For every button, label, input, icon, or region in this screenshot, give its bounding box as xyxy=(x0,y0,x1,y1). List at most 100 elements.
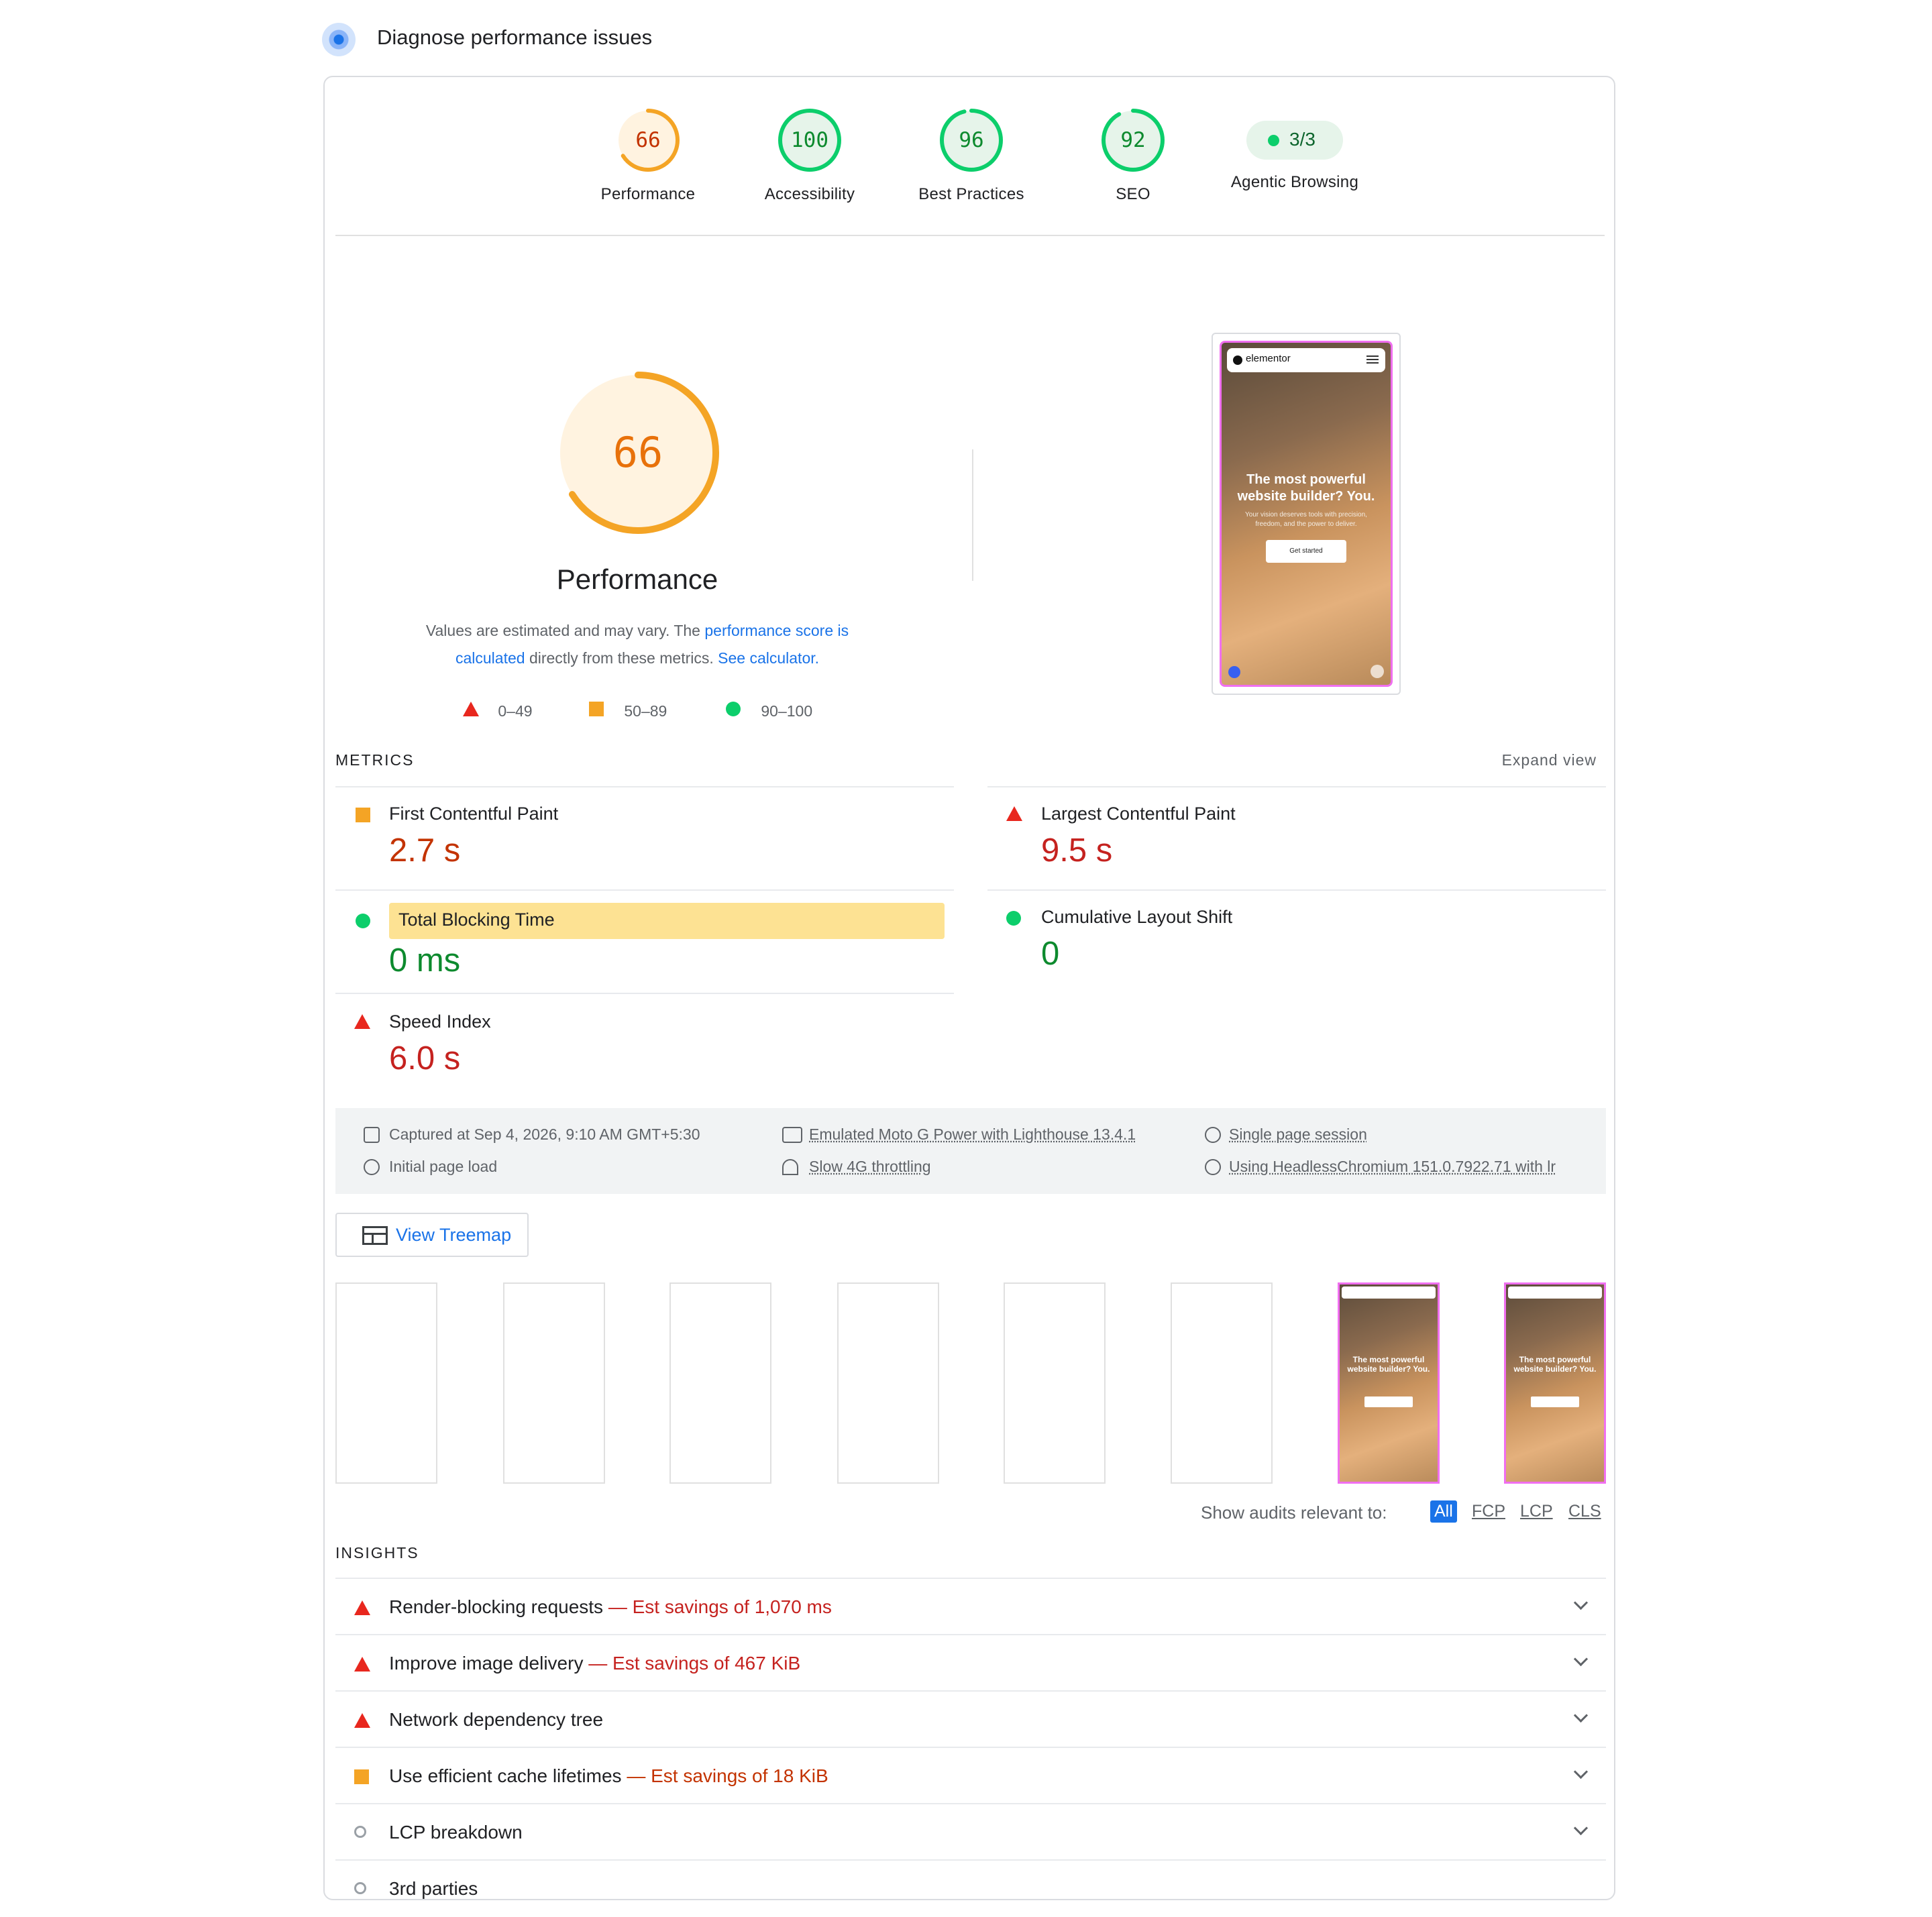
divider xyxy=(335,235,1605,236)
throttling-info[interactable]: Slow 4G throttling xyxy=(809,1158,931,1176)
session-info[interactable]: Single page session xyxy=(1229,1126,1367,1144)
view-treemap-button[interactable]: View Treemap xyxy=(335,1213,529,1257)
expand-view-toggle[interactable]: Expand view xyxy=(1476,751,1597,769)
final-screenshot[interactable]: elementor The most powerful website buil… xyxy=(1212,333,1401,695)
hero-subtext: Your vision deserves tools with precisio… xyxy=(1245,511,1367,528)
insight-title: Render-blocking requests xyxy=(389,1596,604,1617)
filmstrip-frame xyxy=(1171,1282,1273,1484)
device-info[interactable]: Emulated Moto G Power with Lighthouse 13… xyxy=(809,1126,1136,1144)
chevron-down-icon xyxy=(1573,1651,1589,1667)
treemap-label: View Treemap xyxy=(396,1225,512,1245)
gauge-score: 92 xyxy=(1120,128,1146,152)
run-info-panel xyxy=(335,1108,1606,1194)
frame-cta xyxy=(1531,1396,1579,1407)
section-title: Diagnose performance issues xyxy=(377,25,653,49)
insight-title: Use efficient cache lifetimes xyxy=(389,1765,622,1786)
gauge-seo[interactable]: 92 SEO xyxy=(1053,107,1214,204)
captured-at: Captured at Sep 4, 2026, 9:10 AM GMT+5:3… xyxy=(389,1126,700,1143)
pause-icon xyxy=(1371,665,1384,678)
insight-row[interactable]: Network dependency tree xyxy=(335,1690,1606,1748)
legend-label: 0–49 xyxy=(498,702,533,720)
gauge-label: SEO xyxy=(1116,185,1150,203)
metrics-heading: METRICS xyxy=(335,751,415,769)
filter-all[interactable]: All xyxy=(1430,1500,1457,1523)
gauge-label: Best Practices xyxy=(918,185,1024,203)
frame-cta xyxy=(1364,1396,1413,1407)
average-square-icon xyxy=(589,702,604,716)
frame-headline: The most powerful website builder? You. xyxy=(1513,1355,1597,1374)
insight-title: 3rd parties xyxy=(389,1878,478,1899)
insight-row[interactable]: Render-blocking requests — Est savings o… xyxy=(335,1578,1606,1635)
accessibility-icon xyxy=(1228,666,1240,678)
audit-filter-label: Show audits relevant to: xyxy=(1201,1502,1387,1523)
insight-title: LCP breakdown xyxy=(389,1822,523,1843)
gauge-score: 96 xyxy=(959,128,984,152)
filmstrip-frame xyxy=(503,1282,605,1484)
chevron-down-icon xyxy=(1573,1708,1589,1723)
gauge-accessibility[interactable]: 100 Accessibility xyxy=(729,107,890,204)
metric-label-fcp: First Contentful Paint xyxy=(389,804,559,824)
menu-icon xyxy=(1366,355,1379,364)
fail-triangle-icon xyxy=(354,1014,370,1029)
filmstrip-frame xyxy=(1004,1282,1106,1484)
insight-row[interactable]: Use efficient cache lifetimes — Est savi… xyxy=(335,1747,1606,1804)
frame-nav xyxy=(1508,1286,1602,1299)
metric-label-cls: Cumulative Layout Shift xyxy=(1041,907,1233,927)
agentic-badge: 3/3 xyxy=(1246,121,1343,160)
session-icon xyxy=(1205,1127,1221,1143)
fail-triangle-icon xyxy=(354,1657,370,1672)
see-calculator-link[interactable]: See calculator. xyxy=(718,649,819,667)
filmstrip-frame: The most powerful website builder? You. xyxy=(1338,1282,1440,1484)
hero-cta: Get started xyxy=(1266,540,1346,563)
hero-headline: The most powerful website builder? You. xyxy=(1237,472,1375,504)
gauge-performance[interactable]: 66 Performance xyxy=(568,107,729,204)
insight-row[interactable]: LCP breakdown xyxy=(335,1803,1606,1861)
fail-triangle-icon xyxy=(463,702,479,716)
elementor-logo-icon xyxy=(1233,355,1242,365)
agentic-score: 3/3 xyxy=(1289,129,1316,150)
divider xyxy=(335,993,954,994)
pass-circle-icon xyxy=(726,702,741,716)
insight-row[interactable]: Improve image delivery — Est savings of … xyxy=(335,1634,1606,1692)
metric-value-si: 6.0 s xyxy=(389,1040,461,1077)
gauge-label: Agentic Browsing xyxy=(1230,173,1359,191)
insight-row[interactable]: 3rd parties xyxy=(335,1859,1606,1917)
gauge-score: 66 xyxy=(635,128,661,152)
gauge-agentic-browsing[interactable]: 3/3 Agentic Browsing xyxy=(1214,107,1375,192)
fail-triangle-icon xyxy=(354,1713,370,1728)
pass-circle-icon xyxy=(356,914,370,928)
average-square-icon xyxy=(356,808,370,822)
divider xyxy=(972,449,973,581)
filter-lcp[interactable]: LCP xyxy=(1516,1500,1557,1523)
pass-dot-icon xyxy=(1268,135,1279,146)
filmstrip-frame xyxy=(669,1282,771,1484)
legend-pass: 90–100 xyxy=(726,700,812,722)
filter-fcp[interactable]: FCP xyxy=(1468,1500,1509,1523)
insights-heading: INSIGHTS xyxy=(335,1544,419,1562)
performance-title: Performance xyxy=(556,563,718,595)
insight-title: Improve image delivery xyxy=(389,1653,584,1674)
page-screenshot: elementor The most powerful website buil… xyxy=(1220,341,1393,687)
timer-icon xyxy=(364,1159,380,1175)
insight-savings: — Est savings of 18 KiB xyxy=(627,1765,828,1786)
fail-triangle-icon xyxy=(1006,806,1022,821)
frame-headline: The most powerful website builder? You. xyxy=(1347,1355,1430,1374)
metric-value-fcp: 2.7 s xyxy=(389,832,461,869)
wifi-icon xyxy=(782,1159,798,1175)
insight-title: Network dependency tree xyxy=(389,1709,604,1730)
gauge-label: Accessibility xyxy=(764,185,855,203)
metric-value-tbt: 0 ms xyxy=(389,942,461,979)
performance-description: Values are estimated and may vary. The p… xyxy=(425,622,849,667)
browser-info[interactable]: Using HeadlessChromium 151.0.7922.71 wit… xyxy=(1229,1158,1585,1176)
page-load-info: Initial page load xyxy=(389,1158,498,1175)
gauge-best-practices[interactable]: 96 Best Practices xyxy=(891,107,1052,204)
legend-fail: 0–49 xyxy=(463,700,533,722)
divider xyxy=(335,889,954,891)
calendar-icon xyxy=(364,1127,380,1143)
metric-value-lcp: 9.5 s xyxy=(1041,832,1113,869)
filter-cls[interactable]: CLS xyxy=(1564,1500,1605,1523)
metric-value-cls: 0 xyxy=(1041,936,1060,972)
site-nav: elementor xyxy=(1227,348,1385,372)
legend-average: 50–89 xyxy=(589,700,667,722)
chevron-down-icon xyxy=(1573,1764,1589,1779)
